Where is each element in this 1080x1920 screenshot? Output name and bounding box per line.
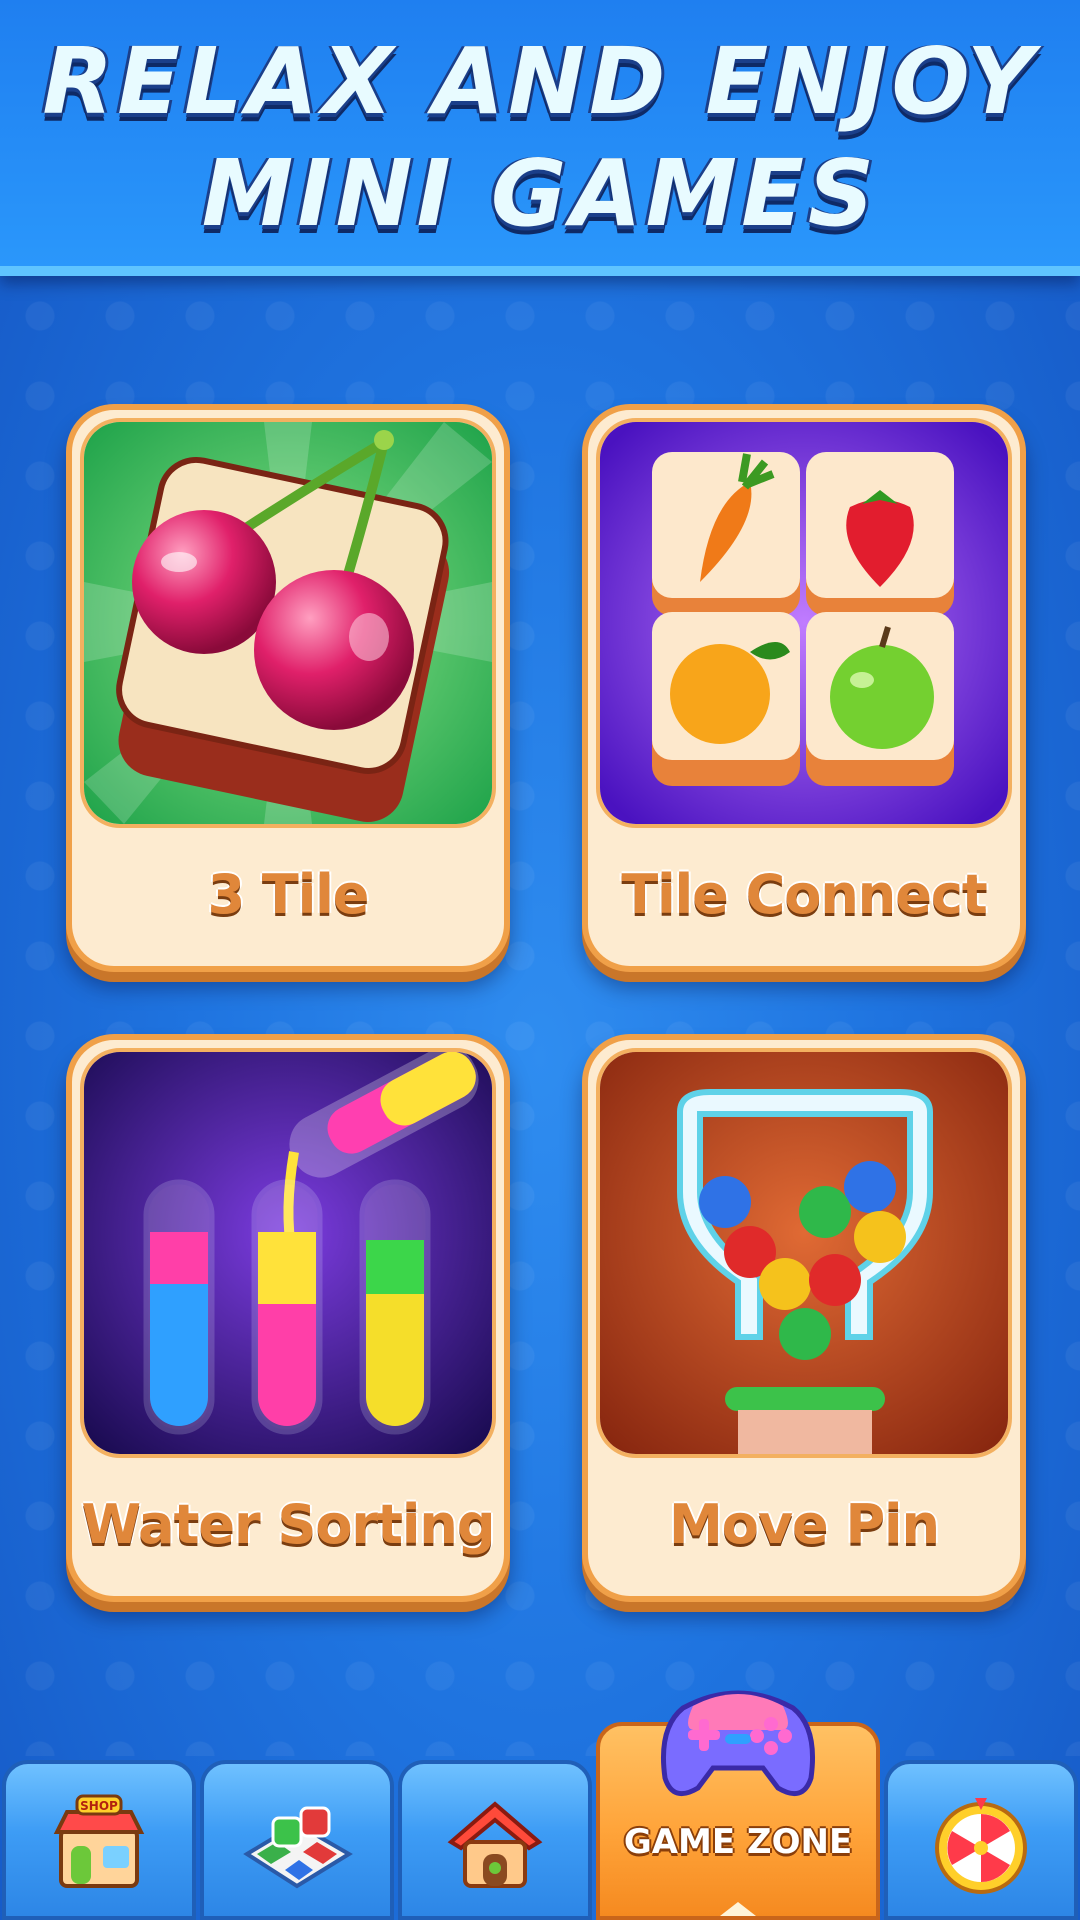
game-card-water-sorting[interactable]: Water Sorting <box>66 1034 510 1602</box>
tab-home[interactable] <box>398 1760 592 1920</box>
tab-game-zone[interactable]: GAME ZONE <box>596 1690 880 1920</box>
tab-shop[interactable]: SHOP <box>2 1760 196 1920</box>
cherry-tile-icon <box>80 418 496 828</box>
game-label: Water Sorting <box>81 1493 496 1556</box>
house-icon <box>447 1801 543 1888</box>
bottom-nav: SHOP GAME ZONE <box>0 1690 1080 1920</box>
game-card-3-tile[interactable]: 3 Tile <box>66 404 510 972</box>
shop-icon: SHOP <box>53 1794 145 1888</box>
game-card-tile-connect[interactable]: Tile Connect <box>582 404 1026 972</box>
title-line-2: MINI GAMES <box>201 140 879 247</box>
game-card-move-pin[interactable]: Move Pin <box>582 1034 1026 1602</box>
shop-sign: SHOP <box>80 1799 118 1813</box>
ludo-dice-icon <box>243 1806 353 1889</box>
tab-lucky-wheel[interactable] <box>884 1760 1078 1920</box>
pin-balls-icon <box>596 1048 1012 1458</box>
title-line-1: RELAX AND ENJOY <box>42 28 1038 135</box>
active-indicator <box>720 1902 756 1916</box>
game-label: Move Pin <box>669 1493 940 1556</box>
lucky-wheel-icon <box>935 1798 1027 1894</box>
tab-board-games[interactable] <box>200 1760 394 1920</box>
header: RELAX AND ENJOY MINI GAMES <box>0 0 1080 276</box>
fruit-tiles-icon <box>596 418 1012 828</box>
tab-label-game-zone: GAME ZONE <box>623 1822 853 1862</box>
game-label: Tile Connect <box>621 863 987 926</box>
gamepad-icon <box>660 1690 816 1797</box>
game-label: 3 Tile <box>207 863 370 926</box>
test-tubes-icon <box>80 1048 496 1458</box>
